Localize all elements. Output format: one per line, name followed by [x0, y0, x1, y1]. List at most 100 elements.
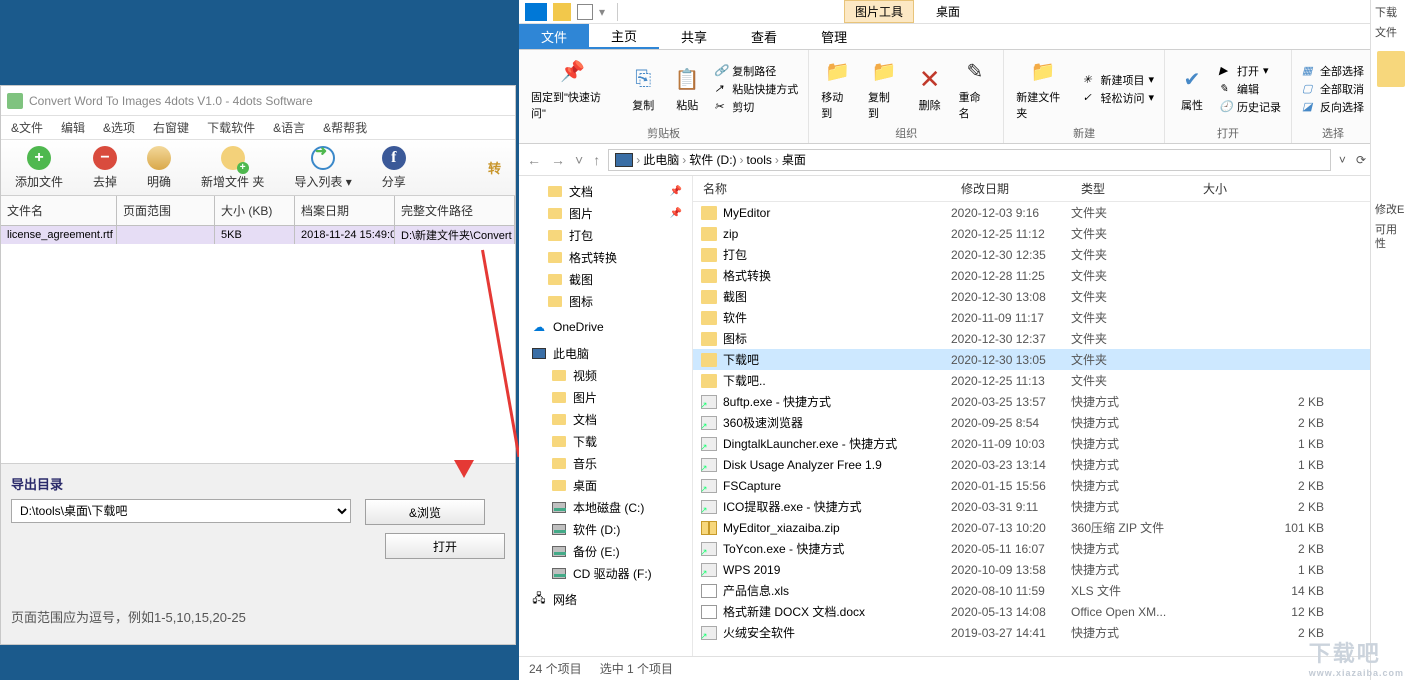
file-rows[interactable]: MyEditor2020-12-03 9:16文件夹zip2020-12-25 …	[693, 202, 1374, 656]
file-row[interactable]: 火绒安全软件2019-03-27 14:41快捷方式2 KB	[693, 622, 1374, 643]
cut-button[interactable]: ✂剪切	[714, 99, 798, 115]
pin-quick-access-button[interactable]: 📌固定到"快速访问"	[529, 57, 616, 121]
import-list-button[interactable]: 导入列表 ▾	[294, 146, 351, 190]
file-row[interactable]: DingtalkLauncher.exe - 快捷方式2020-11-09 10…	[693, 433, 1374, 454]
edit-button[interactable]: ✎编辑	[1219, 81, 1281, 97]
delete-button[interactable]: ✕删除	[913, 65, 947, 113]
file-row[interactable]: WPS 20192020-10-09 13:58快捷方式1 KB	[693, 559, 1374, 580]
paste-shortcut-button[interactable]: ↗粘贴快捷方式	[714, 81, 798, 97]
new-item-button[interactable]: ✳新建项目 ▾	[1082, 72, 1154, 88]
file-row[interactable]: ICO提取器.exe - 快捷方式2020-03-31 9:11快捷方式2 KB	[693, 496, 1374, 517]
file-row[interactable]: MyEditor2020-12-03 9:16文件夹	[693, 202, 1374, 223]
copy-to-button[interactable]: 📁复制到	[866, 57, 903, 121]
explorer-title-bar[interactable]: ▾ 图片工具 桌面	[519, 0, 1374, 24]
tab-view[interactable]: 查看	[729, 24, 799, 49]
nav-network[interactable]: 🖧网络	[519, 588, 692, 610]
nav-quick-item[interactable]: 图片	[519, 202, 692, 224]
col-modified[interactable]: 修改日期	[951, 176, 1071, 201]
file-row[interactable]: 下载吧2020-12-30 13:05文件夹	[693, 349, 1374, 370]
nav-pc-sub[interactable]: 下载	[519, 430, 692, 452]
menu-download[interactable]: 下载软件	[207, 119, 255, 136]
open-button[interactable]: 打开	[385, 533, 505, 559]
file-row[interactable]: 图标2020-12-30 12:37文件夹	[693, 328, 1374, 349]
file-row[interactable]: 截图2020-12-30 13:08文件夹	[693, 286, 1374, 307]
back-button[interactable]: ←	[527, 152, 541, 168]
paste-button[interactable]: 📋粘贴	[670, 65, 704, 113]
tab-share[interactable]: 共享	[659, 24, 729, 49]
nav-quick-item[interactable]: 图标	[519, 290, 692, 312]
nav-pc-sub[interactable]: 备份 (E:)	[519, 540, 692, 562]
forward-button[interactable]: →	[551, 152, 565, 168]
col-filename[interactable]: 文件名	[1, 196, 117, 225]
file-row[interactable]: ToYcon.exe - 快捷方式2020-05-11 16:07快捷方式2 K…	[693, 538, 1374, 559]
qat-folder-icon[interactable]	[553, 3, 571, 21]
nav-pc-sub[interactable]: 桌面	[519, 474, 692, 496]
col-size[interactable]: 大小	[1193, 176, 1374, 201]
file-row[interactable]: 格式转换2020-12-28 11:25文件夹	[693, 265, 1374, 286]
nav-pc-sub[interactable]: 本地磁盘 (C:)	[519, 496, 692, 518]
nav-pc-sub[interactable]: 图片	[519, 386, 692, 408]
col-type[interactable]: 类型	[1071, 176, 1193, 201]
share-button[interactable]: f分享	[382, 146, 406, 190]
easy-access-button[interactable]: ✓轻松访问 ▾	[1082, 90, 1154, 106]
select-none-button[interactable]: ▢全部取消	[1302, 81, 1364, 97]
col-date[interactable]: 档案日期	[295, 196, 395, 225]
menu-file[interactable]: &文件	[11, 119, 43, 136]
rename-button[interactable]: ✎重命名	[957, 57, 994, 121]
file-row[interactable]: 360极速浏览器2020-09-25 8:54快捷方式2 KB	[693, 412, 1374, 433]
nav-pc-sub[interactable]: CD 驱动器 (F:)	[519, 562, 692, 584]
col-range[interactable]: 页面范围	[117, 196, 215, 225]
crumb-drive[interactable]: 软件 (D:)	[689, 151, 736, 168]
file-row[interactable]: 8uftp.exe - 快捷方式2020-03-25 13:57快捷方式2 KB	[693, 391, 1374, 412]
file-row[interactable]: 打包2020-12-30 12:35文件夹	[693, 244, 1374, 265]
open-ribbon-button[interactable]: ▶打开 ▾	[1219, 63, 1281, 79]
tab-file[interactable]: 文件	[519, 24, 589, 49]
menu-options[interactable]: &选项	[103, 119, 135, 136]
col-name[interactable]: 名称	[693, 176, 951, 201]
nav-quick-item[interactable]: 格式转换	[519, 246, 692, 268]
clear-button[interactable]: 明确	[147, 146, 171, 190]
navigation-pane[interactable]: 文档图片打包格式转换截图图标☁OneDrive此电脑视频图片文档下载音乐桌面本地…	[519, 176, 693, 656]
file-row[interactable]: zip2020-12-25 11:12文件夹	[693, 223, 1374, 244]
addr-dropdown[interactable]: ˅	[1339, 153, 1346, 167]
grid-row[interactable]: license_agreement.rtf 5KB 2018-11-24 15:…	[1, 226, 515, 244]
file-row[interactable]: 产品信息.xls2020-08-10 11:59XLS 文件14 KB	[693, 580, 1374, 601]
invert-select-button[interactable]: ◪反向选择	[1302, 99, 1364, 115]
refresh-button[interactable]: ⟳	[1356, 153, 1366, 167]
export-path-select[interactable]: D:\tools\桌面\下载吧	[11, 499, 351, 523]
move-to-button[interactable]: 📁移动到	[819, 57, 856, 121]
nav-pc-sub[interactable]: 文档	[519, 408, 692, 430]
crumb-tools[interactable]: tools	[747, 153, 772, 167]
browse-button[interactable]: &浏览	[365, 499, 485, 525]
col-size[interactable]: 大小 (KB)	[215, 196, 295, 225]
breadcrumb[interactable]: › 此电脑› 软件 (D:)› tools› 桌面	[608, 149, 1331, 171]
remove-button[interactable]: −去掉	[93, 146, 117, 190]
file-row[interactable]: 软件2020-11-09 11:17文件夹	[693, 307, 1374, 328]
tab-manage[interactable]: 管理	[799, 24, 869, 49]
up-button[interactable]: ↑	[593, 152, 600, 168]
add-file-button[interactable]: +添加文件	[15, 146, 63, 190]
context-tab-picture-tools[interactable]: 图片工具	[844, 0, 914, 23]
recent-button[interactable]: ˅	[575, 152, 583, 168]
tab-home[interactable]: 主页	[589, 24, 659, 49]
crumb-desktop[interactable]: 桌面	[782, 151, 806, 168]
file-row[interactable]: FSCapture2020-01-15 15:56快捷方式2 KB	[693, 475, 1374, 496]
select-all-button[interactable]: ▦全部选择	[1302, 63, 1364, 79]
convert-button[interactable]: 转	[488, 158, 501, 177]
menu-language[interactable]: &语言	[273, 119, 305, 136]
file-row[interactable]: 下载吧..2020-12-25 11:13文件夹	[693, 370, 1374, 391]
file-row[interactable]: 格式新建 DOCX 文档.docx2020-05-13 14:08Office …	[693, 601, 1374, 622]
history-button[interactable]: 🕘历史记录	[1219, 99, 1281, 115]
menu-help[interactable]: &帮帮我	[323, 119, 367, 136]
menu-rightkey[interactable]: 右窗键	[153, 119, 189, 136]
nav-thispc[interactable]: 此电脑	[519, 342, 692, 364]
col-path[interactable]: 完整文件路径	[395, 196, 515, 225]
title-bar[interactable]: Convert Word To Images 4dots V1.0 - 4dot…	[1, 86, 515, 116]
nav-quick-item[interactable]: 文档	[519, 180, 692, 202]
nav-onedrive[interactable]: ☁OneDrive	[519, 316, 692, 338]
new-folder-button[interactable]: 新增文件 夹	[201, 146, 264, 190]
file-row[interactable]: MyEditor_xiazaiba.zip2020-07-13 10:20360…	[693, 517, 1374, 538]
menu-edit[interactable]: 编辑	[61, 119, 85, 136]
file-row[interactable]: Disk Usage Analyzer Free 1.92020-03-23 1…	[693, 454, 1374, 475]
qat-explorer-icon[interactable]	[525, 3, 547, 21]
